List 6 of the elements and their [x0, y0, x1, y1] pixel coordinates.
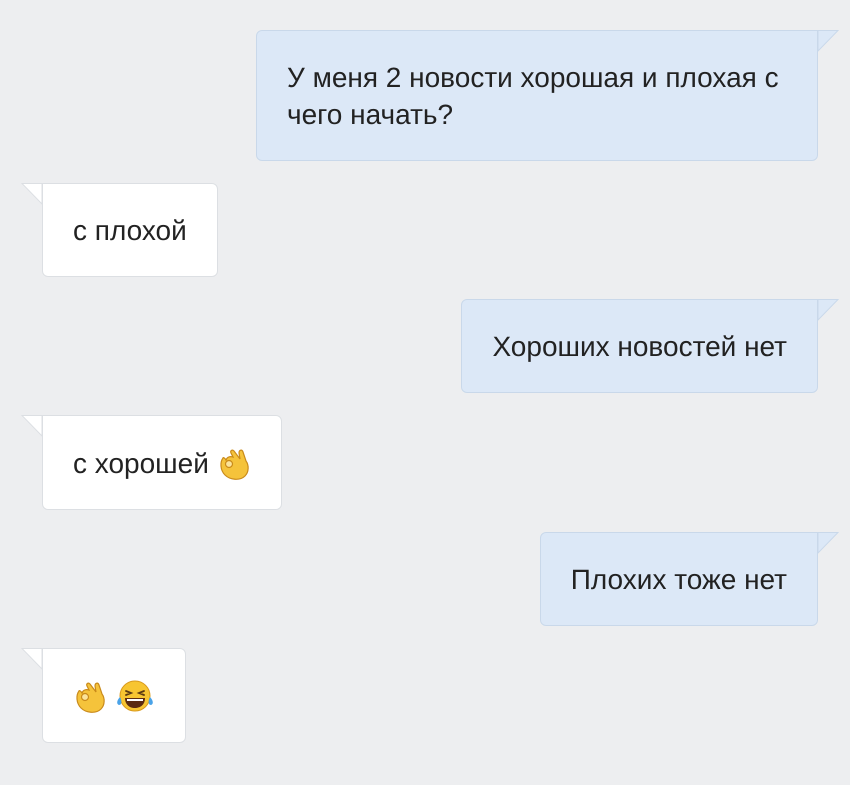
- message-text: Плохих тоже нет: [570, 563, 787, 597]
- message-text: с плохой: [73, 214, 187, 248]
- message-text: У меня 2 новости хорошая и плохая с чего начать?: [287, 61, 780, 132]
- laughing-face-icon: [115, 678, 155, 714]
- message-text: Хороших новостей нет: [492, 330, 787, 364]
- message-text: с хорошей: [73, 446, 209, 481]
